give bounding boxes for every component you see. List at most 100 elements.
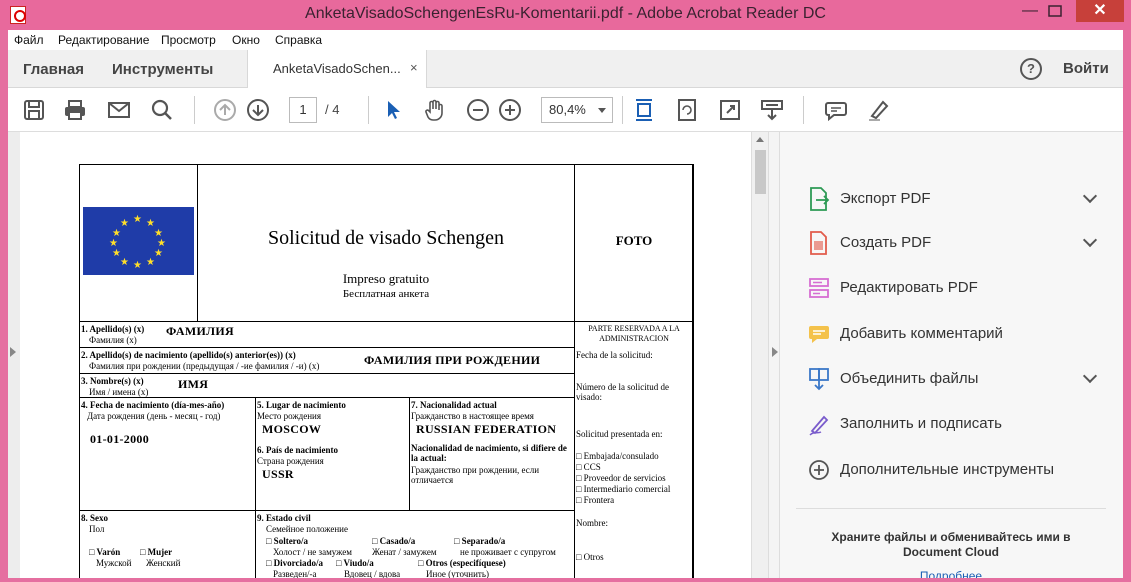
highlight-icon[interactable] [866, 98, 890, 122]
edit-pdf-icon [809, 278, 829, 298]
close-tab-icon[interactable]: × [410, 60, 418, 75]
title-bar[interactable]: AnketaVisadoSchengenEsRu-Komentarii.pdf … [0, 0, 1131, 30]
tab-tools[interactable]: Инструменты [112, 61, 213, 78]
eu-flag-image: ★ ★ ★ ★ ★ ★ ★ ★ ★ ★ ★ ★ [83, 207, 194, 275]
document-cloud-promo: Храните файлы и обменивайтесь ими в Docu… [796, 530, 1106, 560]
save-icon[interactable] [22, 98, 46, 122]
field-5-value[interactable]: MOSCOW [262, 422, 321, 437]
rotate-icon[interactable] [675, 98, 699, 122]
sex-female-checkbox[interactable]: □ Mujer [140, 547, 172, 557]
zoom-in-icon[interactable] [498, 98, 522, 122]
menu-help[interactable]: Справка [275, 33, 322, 47]
field-4-label: 4. Fecha de nacimiento (día-mes-año) [81, 400, 225, 410]
field-7-value[interactable]: RUSSIAN FEDERATION [416, 422, 556, 437]
page-number-input[interactable]: 1 [289, 97, 317, 123]
field-1-label: 1. Apellido(s) (x) [81, 324, 145, 334]
toolbar-separator [803, 96, 804, 124]
maximize-button[interactable] [1040, 0, 1070, 22]
zoom-select[interactable]: 80,4% [541, 97, 613, 123]
export-pdf-icon [810, 187, 830, 211]
tool-combine-files[interactable]: Объединить файлы [780, 359, 1123, 399]
admin-option-embassy[interactable]: □ Embajada/consulado [576, 451, 659, 461]
menu-view[interactable]: Просмотр [161, 33, 216, 47]
pdf-page: ★ ★ ★ ★ ★ ★ ★ ★ ★ ★ ★ ★ Solicitud de vis… [20, 132, 751, 578]
form-subtitle-es: Impreso gratuito [342, 271, 430, 286]
field-3-label: 3. Nombre(s) (x) [81, 376, 144, 386]
chevron-down-icon[interactable] [1082, 232, 1098, 248]
more-tools-icon [809, 460, 829, 480]
document-viewer[interactable]: ★ ★ ★ ★ ★ ★ ★ ★ ★ ★ ★ ★ Solicitud de vis… [8, 132, 768, 578]
search-icon[interactable] [150, 98, 174, 122]
tool-fill-sign-label: Заполнить и подписать [840, 415, 1002, 432]
scrollbar-thumb[interactable] [755, 150, 766, 194]
field-1-value[interactable]: ФАМИЛИЯ [166, 324, 234, 339]
page-up-icon[interactable] [213, 98, 237, 122]
close-button[interactable]: ✕ [1076, 0, 1124, 22]
tool-fill-sign[interactable]: Заполнить и подписать [780, 404, 1123, 444]
status-married-checkbox[interactable]: □ Casado/a [372, 536, 415, 546]
field-3-value[interactable]: ИМЯ [178, 377, 208, 392]
menu-file[interactable]: Файл [14, 33, 44, 47]
zoom-out-icon[interactable] [466, 98, 490, 122]
learn-more-link[interactable]: Подробнее [796, 569, 1106, 578]
field-9-sublabel: Семейное положение [266, 524, 348, 534]
tool-create-pdf[interactable]: Создать PDF [780, 223, 1123, 263]
select-cursor-icon[interactable] [382, 98, 406, 122]
status-divorced-checkbox[interactable]: □ Divorciado/a [266, 558, 323, 568]
tab-bar: Главная Инструменты AnketaVisadoSchen...… [8, 50, 1123, 88]
help-icon[interactable]: ? [1020, 58, 1042, 80]
chevron-down-icon[interactable] [1082, 188, 1098, 204]
window-title: AnketaVisadoSchengenEsRu-Komentarii.pdf … [305, 5, 826, 22]
right-pane-divider[interactable] [768, 132, 780, 578]
tool-add-comment[interactable]: Добавить комментарий [780, 314, 1123, 354]
read-mode-icon[interactable] [760, 98, 784, 122]
combine-files-icon [809, 368, 829, 391]
field-2-value[interactable]: ФАМИЛИЯ ПРИ РОЖДЕНИИ [364, 353, 540, 368]
admin-option-border[interactable]: □ Frontera [576, 495, 614, 505]
fit-page-icon[interactable] [632, 98, 656, 122]
sex-male-checkbox[interactable]: □ Varón [89, 547, 120, 557]
status-separated-label: не проживает с супругом [460, 547, 556, 557]
email-icon[interactable] [107, 98, 131, 122]
tools-pane: Экспорт PDF Создать PDF Редактировать PD… [780, 132, 1123, 578]
field-6-value[interactable]: USSR [262, 467, 294, 482]
print-icon[interactable] [63, 98, 87, 122]
comment-icon[interactable] [824, 98, 848, 122]
chevron-down-icon[interactable] [1082, 368, 1098, 384]
tab-home[interactable]: Главная [23, 61, 84, 78]
admin-date-label: Fecha de la solicitud: [576, 350, 653, 360]
form-subtitle-ru: Бесплатная анкета [342, 288, 430, 300]
status-single-checkbox[interactable]: □ Soltero/a [266, 536, 308, 546]
field-7b-sublabel: Гражданство при рождении, если отличаетс… [411, 465, 540, 485]
field-4-value[interactable]: 01-01-2000 [90, 432, 149, 447]
menu-window[interactable]: Окно [232, 33, 260, 47]
tool-export-pdf[interactable]: Экспорт PDF [780, 179, 1123, 219]
status-divorced-label: Разведен/-а [273, 569, 317, 578]
admin-option-other[interactable]: □ Otros [576, 552, 604, 562]
menu-bar: Файл Редактирование Просмотр Окно Справк… [8, 30, 1123, 50]
admin-option-provider[interactable]: □ Proveedor de servicios [576, 473, 666, 483]
fullscreen-icon[interactable] [718, 98, 742, 122]
hand-icon[interactable] [423, 98, 447, 122]
pane-divider [796, 508, 1106, 509]
tool-more-tools[interactable]: Дополнительные инструменты [780, 450, 1123, 490]
status-separated-checkbox[interactable]: □ Separado/a [454, 536, 505, 546]
create-pdf-icon [810, 231, 827, 255]
cloud-promo-line-2: Document Cloud [903, 545, 999, 559]
admin-option-ccs[interactable]: □ CCS [576, 462, 601, 472]
field-5-sublabel: Место рождения [257, 411, 322, 421]
status-widowed-checkbox[interactable]: □ Viudo/a [336, 558, 374, 568]
field-8-cell: 8. Sexo Пол □ Varón □ Mujer Мужской Женс… [79, 510, 256, 578]
scroll-up-icon[interactable] [756, 137, 764, 142]
sign-in-button[interactable]: Войти [1063, 60, 1109, 77]
field-6-label: 6. País de nacimiento [257, 445, 338, 455]
left-panel-toggle-icon[interactable] [10, 347, 16, 357]
menu-edit[interactable]: Редактирование [58, 33, 149, 47]
admin-option-intermediary[interactable]: □ Intermediario comercial [576, 484, 670, 494]
vertical-scrollbar[interactable] [751, 132, 768, 578]
right-panel-toggle-icon[interactable] [772, 347, 778, 357]
page-down-icon[interactable] [246, 98, 270, 122]
tool-edit-pdf[interactable]: Редактировать PDF [780, 268, 1123, 308]
status-other-checkbox[interactable]: □ Otros (especifíquese) [418, 558, 506, 568]
tab-document[interactable]: AnketaVisadoSchen... × [247, 50, 427, 88]
